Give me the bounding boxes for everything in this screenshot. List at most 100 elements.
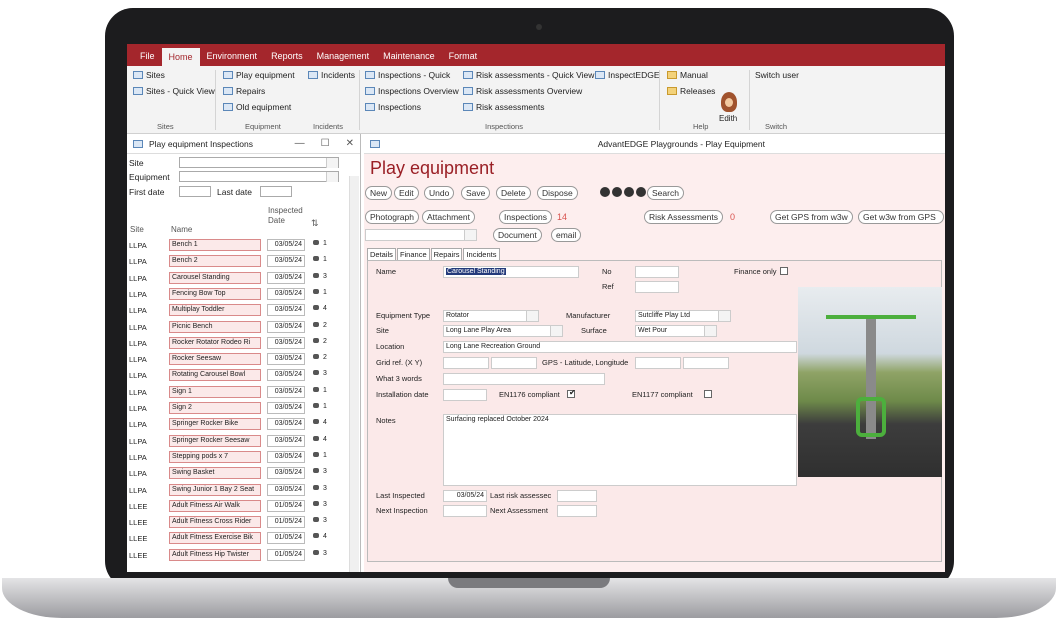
table-row[interactable]: LLPA Rocker Seesaw 03/05/24 2 [127,352,345,368]
row-name[interactable]: Swing Basket [169,467,261,480]
delete-button[interactable]: Delete [496,186,531,200]
table-row[interactable]: LLPA Rotating Carousel Bowl 03/05/24 3 [127,368,345,384]
save-button[interactable]: Save [461,186,491,200]
grid-x-field[interactable] [443,357,489,369]
edith-avatar-icon[interactable] [721,92,737,112]
column-header-name[interactable]: Name [171,225,192,234]
table-row[interactable]: LLPA Bench 1 03/05/24 1 [127,238,345,254]
table-row[interactable]: LLEE Adult Fitness Hip Twister 01/05/24 3 [127,548,345,564]
previous-record-icon[interactable] [612,187,622,197]
row-name[interactable]: Rotating Carousel Bowl [169,369,261,382]
next-inspection-field[interactable] [443,505,487,517]
table-row[interactable]: LLPA Picnic Bench 03/05/24 2 [127,320,345,336]
row-name[interactable]: Springer Rocker Bike [169,418,261,431]
menu-reports[interactable]: Reports [264,51,310,66]
longitude-field[interactable] [683,357,729,369]
table-row[interactable]: LLEE Adult Fitness Exercise Bik 01/05/24 4 [127,531,345,547]
menu-format[interactable]: Format [442,51,485,66]
table-row[interactable]: LLPA Bench 2 03/05/24 1 [127,254,345,270]
row-name[interactable]: Stepping pods x 7 [169,450,261,463]
document-type-select[interactable] [365,229,477,241]
ribbon-old-equipment[interactable]: Old equipment [223,102,291,112]
equipment-filter-select[interactable] [179,171,339,182]
en1177-checkbox[interactable] [704,390,712,398]
menu-file[interactable]: File [133,51,162,66]
undo-button[interactable]: Undo [424,186,455,200]
ribbon-releases[interactable]: Releases [667,86,715,96]
table-row[interactable]: LLPA Multiplay Toddler 03/05/24 4 [127,303,345,319]
gps-from-w3w-button[interactable]: Get GPS from w3w [770,210,853,224]
site-filter-select[interactable] [179,157,339,168]
photograph-button[interactable]: Photograph [365,210,419,224]
manufacturer-select[interactable]: Sutcliffe Play Ltd [635,310,731,322]
document-button[interactable]: Document [493,228,542,242]
row-name[interactable]: Bench 1 [169,239,261,251]
last-record-icon[interactable] [636,187,646,197]
column-header-inspected-date[interactable]: Inspected Date [268,206,303,226]
ribbon-sites[interactable]: Sites [133,70,165,80]
ribbon-incidents[interactable]: Incidents [308,70,355,80]
row-name[interactable]: Swing Junior 1 Bay 2 Seat [169,483,261,496]
row-name[interactable]: Bench 2 [169,255,261,268]
ribbon-inspectedge[interactable]: InspectEDGE [595,70,660,80]
table-row[interactable]: LLPA Sign 1 03/05/24 1 [127,385,345,401]
table-row[interactable]: LLPA Swing Basket 03/05/24 3 [127,466,345,482]
next-record-icon[interactable] [624,187,634,197]
risk-assessments-button[interactable]: Risk Assessments [644,210,723,224]
scrollbar[interactable] [349,176,359,572]
row-name[interactable]: Rocker Seesaw [169,353,261,366]
ribbon-manual[interactable]: Manual [667,70,708,80]
ribbon-risk-quick-view[interactable]: Risk assessments - Quick View [463,70,594,80]
no-field[interactable] [635,266,679,278]
table-row[interactable]: LLPA Fencing Bow Top 03/05/24 1 [127,287,345,303]
attachment-button[interactable]: Attachment [422,210,475,224]
row-name[interactable]: Springer Rocker Seesaw [169,434,261,447]
what3words-field[interactable] [443,373,605,385]
edit-button[interactable]: Edit [394,186,419,200]
ribbon-inspections[interactable]: Inspections [365,102,421,112]
last-date-input[interactable] [260,186,292,197]
table-row[interactable]: LLPA Rocker Rotator Rodeo Ri 03/05/24 2 [127,336,345,352]
ribbon-play-equipment[interactable]: Play equipment [223,70,295,80]
row-name[interactable]: Adult Fitness Cross Rider [169,516,261,529]
dispose-button[interactable]: Dispose [537,186,578,200]
row-name[interactable]: Carousel Standing [169,271,261,284]
row-name[interactable]: Rocker Rotator Rodeo Ri [169,336,261,349]
sort-icon[interactable]: ⇅ [311,218,319,229]
installation-date-field[interactable] [443,389,487,401]
row-name[interactable]: Fencing Bow Top [169,287,261,300]
first-record-icon[interactable] [600,187,610,197]
new-button[interactable]: New [365,186,393,200]
ribbon-inspections-overview[interactable]: Inspections Overview [365,86,459,96]
menu-maintenance[interactable]: Maintenance [376,51,442,66]
name-field[interactable]: Carousel Standing [443,266,579,278]
table-row[interactable]: LLPA Springer Rocker Bike 03/05/24 4 [127,417,345,433]
ribbon-sites-quick-view[interactable]: Sites - Quick View [133,86,215,96]
next-assessment-field[interactable] [557,505,597,517]
last-risk-assessed-field[interactable] [557,490,597,502]
table-row[interactable]: LLPA Springer Rocker Seesaw 03/05/24 4 [127,434,345,450]
ribbon-repairs[interactable]: Repairs [223,86,265,96]
ref-field[interactable] [635,281,679,293]
surface-select[interactable]: Wet Pour [635,325,717,337]
row-name[interactable]: Adult Fitness Hip Twister [169,548,261,561]
maximize-button[interactable]: ☐ [321,138,330,149]
table-row[interactable]: LLPA Swing Junior 1 Bay 2 Seat 03/05/24 3 [127,483,345,499]
notes-field[interactable]: Surfacing replaced October 2024 [443,414,797,486]
row-name[interactable]: Multiplay Toddler [169,304,261,317]
first-date-input[interactable] [179,186,211,197]
close-button[interactable]: ✕ [346,138,354,149]
ribbon-edith[interactable]: Edith [719,114,737,123]
ribbon-risk-overview[interactable]: Risk assessments Overview [463,86,582,96]
equipment-photo[interactable] [798,287,942,477]
row-name[interactable]: Sign 1 [169,385,261,398]
row-name[interactable]: Sign 2 [169,402,261,414]
grid-y-field[interactable] [491,357,537,369]
ribbon-risk-assessments[interactable]: Risk assessments [463,102,545,112]
equipment-type-select[interactable]: Rotator [443,310,539,322]
row-name[interactable]: Adult Fitness Exercise Bik [169,532,261,545]
site-select[interactable]: Long Lane Play Area [443,325,563,337]
table-row[interactable]: LLPA Carousel Standing 03/05/24 3 [127,271,345,287]
menu-management[interactable]: Management [310,51,377,66]
search-button[interactable]: Search [647,186,684,200]
